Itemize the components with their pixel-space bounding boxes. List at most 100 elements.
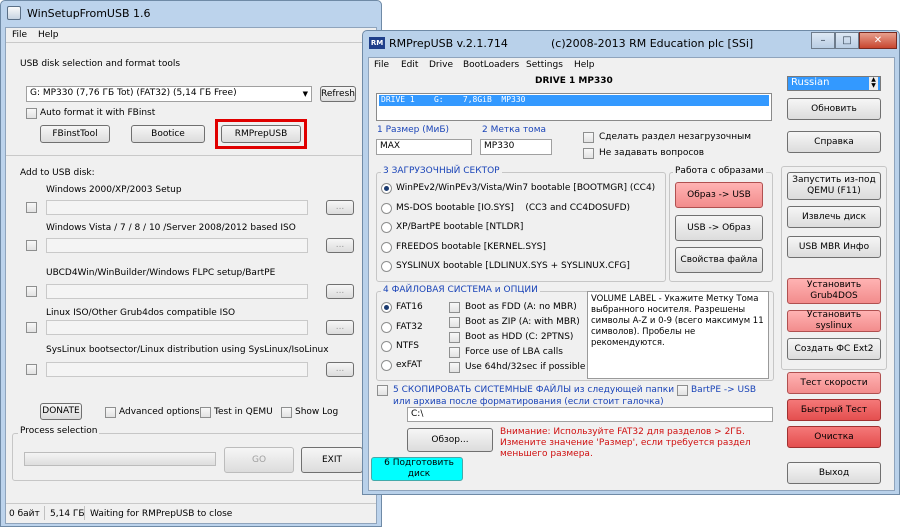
boot-zip-checkbox[interactable] [449,317,460,328]
auto-format-checkbox[interactable] [26,108,37,119]
menu-help[interactable]: Help [574,60,595,70]
no-boot-partition-checkbox[interactable] [583,132,594,143]
eject-disk-button[interactable]: Извлечь диск [787,206,881,228]
menu-help[interactable]: Help [38,30,59,40]
no-prompts-checkbox[interactable] [583,148,594,159]
add-to-usb-label: Add to USB disk: [20,168,95,178]
fs-option-ntfs: NTFS [396,341,419,351]
fs-radio-fat16[interactable] [381,302,392,313]
quick-test-button[interactable]: Быстрый Тест [787,399,881,421]
fs-radio-exfat[interactable] [381,360,392,371]
install-syslinux-button[interactable]: Установить syslinux [787,310,881,332]
source-path-ubcd[interactable] [46,284,308,299]
usb-disk-value: G: MP330 (7,76 ГБ Tot) (FAT32) (5,14 ГБ … [30,88,237,98]
no-prompts-label: Не задавать вопросов [599,148,705,158]
source-checkbox-vista[interactable] [26,240,37,251]
run-qemu-button[interactable]: Запустить из-под QEMU (F11) [787,172,881,200]
source-path-linux[interactable] [46,320,308,335]
go-button[interactable]: GO [224,447,294,473]
source-path-xp[interactable] [46,200,308,215]
size-label: 1 Размер (МиБ) [377,125,450,135]
menu-bootloaders[interactable]: BootLoaders [463,60,519,70]
browse-button[interactable]: Обзор... [407,428,493,452]
force-lba-checkbox[interactable] [449,347,460,358]
drive-row-selected[interactable]: DRIVE 1 G: 7,8GiB MP330 [379,95,769,106]
menu-drive[interactable]: Drive [429,60,453,70]
chevron-down-icon: ▼ [302,90,308,98]
speed-test-button[interactable]: Тест скорости [787,372,881,394]
menu-file[interactable]: File [374,60,389,70]
source-label-xp: Windows 2000/XP/2003 Setup [46,185,182,195]
app-icon [7,6,21,20]
boot-sector-label: 3 ЗАГРУЗОЧНЫЙ СЕКТОР [381,166,502,176]
close-button[interactable]: ✕ [859,32,897,49]
copy-files-label: 5 СКОПИРОВАТЬ СИСТЕМНЫЕ ФАЙЛЫ из следующ… [393,385,675,407]
show-log-checkbox[interactable] [281,407,292,418]
copy-files-checkbox[interactable] [377,385,388,396]
boot-hdd-checkbox[interactable] [449,332,460,343]
source-checkbox-syslinux[interactable] [26,364,37,375]
volume-label-input[interactable]: MP330 [480,139,552,155]
browse-button-ubcd[interactable]: ... [326,284,354,299]
boot-radio-winpe[interactable] [381,183,392,194]
image-to-usb-button[interactable]: Образ -> USB [675,182,763,208]
minimize-button[interactable]: – [811,32,835,49]
boot-radio-freedos[interactable] [381,242,392,253]
fs-radio-fat32[interactable] [381,322,392,333]
fs-option-exfat: exFAT [396,360,423,370]
browse-button-xp[interactable]: ... [326,200,354,215]
browse-button-vista[interactable]: ... [326,238,354,253]
create-ext2-button[interactable]: Создать ФС Ext2 [787,338,881,360]
rmprepusb-button[interactable]: RMPrepUSB [221,125,301,143]
test-qemu-checkbox[interactable] [200,407,211,418]
path-input[interactable]: C:\ [407,407,773,422]
progress-bar [24,452,216,466]
advanced-options-label: Advanced options [119,407,200,417]
boot-option-syslinux: SYSLINUX bootable [LDLINUX.SYS + SYSLINU… [396,261,630,271]
info-textbox: VOLUME LABEL - Укажите Метку Тома выбран… [587,291,769,379]
usb-to-image-button[interactable]: USB -> Образ [675,215,763,241]
status-free: 5,14 ГБ [50,509,85,519]
boot-radio-syslinux[interactable] [381,261,392,272]
bootice-button[interactable]: Bootice [131,125,205,143]
language-select[interactable]: Russian ▲ ▼ [787,76,881,91]
help-button[interactable]: Справка [787,131,881,153]
section-divider [6,155,376,156]
usb-mbr-info-button[interactable]: USB MBR Инфо [787,236,881,258]
boot-radio-msdos[interactable] [381,203,392,214]
donate-button[interactable]: DONATE [40,403,82,420]
advanced-options-checkbox[interactable] [105,407,116,418]
browse-button-syslinux[interactable]: ... [326,362,354,377]
exit-button[interactable]: EXIT [301,447,363,473]
drive-list[interactable]: DRIVE 1 G: 7,8GiB MP330 [376,93,772,121]
winsetup-window: WinSetupFromUSB 1.6 File Help USB disk s… [0,0,382,527]
use-64hd-checkbox[interactable] [449,362,460,373]
menu-file[interactable]: File [12,30,27,40]
menu-edit[interactable]: Edit [401,60,418,70]
install-grub4dos-button[interactable]: Установить Grub4DOS [787,278,881,304]
boot-fdd-checkbox[interactable] [449,302,460,313]
status-separator [44,506,45,520]
boot-radio-xp[interactable] [381,222,392,233]
menu-settings[interactable]: Settings [526,60,563,70]
source-label-ubcd: UBCD4Win/WinBuilder/Windows FLPC setup/B… [46,268,276,278]
refresh-button[interactable]: Refresh [320,86,356,102]
maximize-button[interactable]: □ [835,32,859,49]
source-path-vista[interactable] [46,238,308,253]
usb-disk-select[interactable]: G: MP330 (7,76 ГБ Tot) (FAT32) (5,14 ГБ … [26,86,312,102]
fbinst-tool-button[interactable]: FBinstTool [40,125,110,143]
source-checkbox-linux[interactable] [26,322,37,333]
clean-button[interactable]: Очистка [787,426,881,448]
exit-button[interactable]: Выход [787,462,881,484]
bartpe-checkbox[interactable] [677,385,688,396]
browse-button-linux[interactable]: ... [326,320,354,335]
source-path-syslinux[interactable] [46,362,308,377]
size-input[interactable]: MAX [376,139,472,155]
source-checkbox-ubcd[interactable] [26,286,37,297]
update-button[interactable]: Обновить [787,98,881,120]
prepare-drive-button[interactable]: 6 Подготовить диск [371,457,463,481]
fs-radio-ntfs[interactable] [381,341,392,352]
file-properties-button[interactable]: Свойства файла [675,247,763,273]
boot-hdd-label: Boot as HDD (C: 2PTNS) [465,332,574,342]
source-checkbox-xp[interactable] [26,202,37,213]
